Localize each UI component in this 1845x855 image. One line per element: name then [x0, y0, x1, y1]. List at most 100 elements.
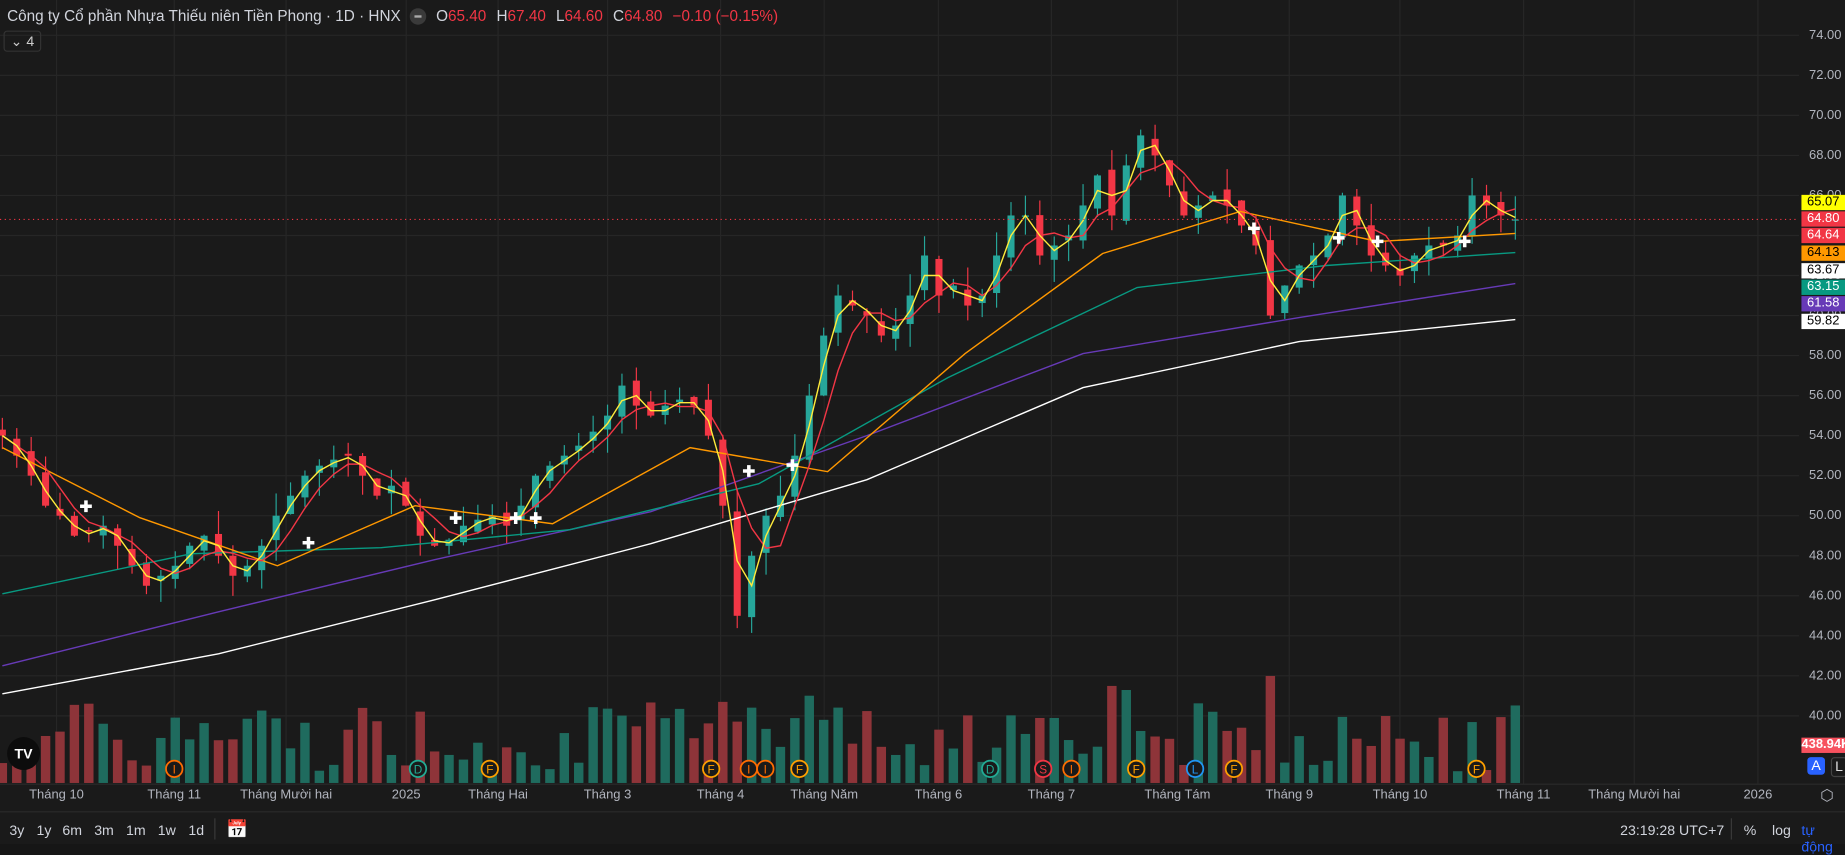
- event-marker-I[interactable]: I: [165, 759, 184, 778]
- range-button-6m[interactable]: 6m: [62, 822, 82, 838]
- clock[interactable]: 23:19:28 UTC+7: [1620, 822, 1724, 838]
- volume-bar: [257, 710, 267, 783]
- event-marker-L[interactable]: L: [1185, 759, 1205, 778]
- range-button-1y[interactable]: 1y: [36, 822, 51, 838]
- range-button-1d[interactable]: 1d: [188, 822, 204, 838]
- price-label: 59.82: [1801, 313, 1845, 330]
- price-tick: 58.00: [1809, 348, 1842, 363]
- volume-bar: [98, 723, 108, 783]
- price-label: 65.07: [1801, 194, 1845, 211]
- event-marker-F[interactable]: F: [702, 759, 721, 778]
- chevron-down-icon: ⌄: [10, 32, 27, 50]
- close-label: C: [613, 7, 625, 25]
- candle-body: [921, 255, 929, 291]
- volume-bar: [300, 722, 310, 783]
- time-tick: Tháng 11: [1496, 787, 1551, 802]
- price-tick: 74.00: [1809, 28, 1842, 43]
- volume-bar: [1496, 717, 1506, 783]
- price-tick: 72.00: [1809, 68, 1842, 83]
- tradingview-logo[interactable]: TV: [7, 737, 41, 771]
- chart-window: I D F F I I F D S I F L F F Công ty Cổ phần Nhựa Thiế…: [0, 0, 1845, 855]
- symbol-title[interactable]: Công ty Cổ phần Nhựa Thiếu niên Tiền Pho…: [7, 7, 401, 25]
- event-marker-F[interactable]: F: [1467, 759, 1486, 778]
- volume-bar: [1020, 733, 1031, 783]
- volume-bar: [1366, 745, 1376, 783]
- auto-toggle[interactable]: tự động: [1801, 822, 1845, 855]
- indicators-toggle[interactable]: ⌄ 4: [3, 30, 42, 52]
- event-letter: D: [986, 764, 995, 777]
- price-tick: 42.00: [1809, 668, 1842, 683]
- event-marker-D[interactable]: D: [981, 759, 1000, 778]
- price-chart[interactable]: IDFFIIFDSIFLFF: [0, 0, 1845, 844]
- volume-bar: [948, 748, 959, 783]
- signal-cross-icon: [80, 500, 92, 513]
- range-button-1w[interactable]: 1w: [158, 822, 176, 838]
- time-tick: Tháng 7: [1027, 787, 1076, 802]
- log-toggle[interactable]: log: [1772, 822, 1791, 838]
- volume-bar: [372, 721, 382, 783]
- volume-bar: [40, 735, 51, 783]
- volume-bar: [55, 731, 65, 783]
- event-letter: F: [708, 764, 715, 777]
- candle-body: [1165, 160, 1174, 186]
- volume-bar: [473, 742, 483, 783]
- event-marker-I[interactable]: I: [756, 759, 775, 778]
- event-marker-I[interactable]: I: [1062, 759, 1081, 778]
- event-letter: F: [1473, 764, 1480, 777]
- log-scale-button[interactable]: L: [1830, 757, 1845, 778]
- time-tick: Tháng Mười hai: [1588, 787, 1681, 802]
- volume-bar: [458, 759, 469, 783]
- percent-toggle[interactable]: %: [1744, 822, 1757, 838]
- price-tick: 44.00: [1809, 628, 1842, 643]
- chart-legend: Công ty Cổ phần Nhựa Thiếu niên Tiền Pho…: [7, 7, 784, 25]
- range-button-3y[interactable]: 3y: [9, 822, 24, 838]
- event-letter: F: [486, 764, 493, 777]
- price-axis[interactable]: 74.0072.0070.0068.0066.0064.0062.0060.00…: [1799, 0, 1845, 784]
- price-tick: 52.00: [1809, 468, 1842, 483]
- volume-bar: [271, 718, 281, 783]
- event-marker-I[interactable]: I: [739, 759, 758, 778]
- time-tick: Tháng 11: [147, 787, 202, 802]
- settings-icon[interactable]: ⬡: [1820, 787, 1833, 806]
- event-marker-D[interactable]: D: [408, 759, 428, 778]
- volume-bar: [1424, 756, 1434, 783]
- range-button-1m[interactable]: 1m: [126, 822, 146, 838]
- volume-bar: [732, 721, 742, 783]
- candle-body: [1151, 138, 1159, 156]
- volume-bar: [357, 707, 368, 783]
- time-tick: Tháng 3: [583, 787, 632, 802]
- time-tick: Tháng Hai: [468, 787, 528, 802]
- volume-bar: [545, 769, 555, 783]
- event-marker-F[interactable]: F: [1224, 759, 1244, 778]
- divider: [214, 818, 216, 840]
- event-letter: L: [1192, 764, 1199, 777]
- volume-bar: [1323, 760, 1333, 783]
- open-label: O: [436, 7, 449, 25]
- open-value: 65.40: [448, 7, 487, 25]
- price-tick: 40.00: [1809, 708, 1842, 723]
- price-tick: 70.00: [1809, 108, 1842, 123]
- event-marker-F[interactable]: F: [1127, 759, 1146, 778]
- hide-icon[interactable]: [410, 7, 427, 25]
- low-value: 64.60: [564, 7, 603, 25]
- event-letter: I: [747, 764, 750, 777]
- signal-cross-icon: [302, 536, 315, 549]
- go-to-date-icon[interactable]: 📅: [226, 818, 248, 839]
- time-tick: Tháng Năm: [790, 787, 859, 802]
- time-tick: Tháng 10: [1372, 787, 1428, 802]
- event-marker-F[interactable]: F: [790, 759, 809, 778]
- volume-bar: [1107, 685, 1117, 783]
- range-button-3m[interactable]: 3m: [94, 822, 114, 838]
- event-marker-S[interactable]: S: [1034, 759, 1053, 778]
- volume-bar: [934, 729, 944, 783]
- event-marker-F[interactable]: F: [480, 759, 499, 778]
- volume-bar: [184, 739, 195, 783]
- moving-average-line: [2, 210, 1516, 567]
- volume-bar: [1352, 738, 1362, 783]
- event-letter: F: [796, 764, 803, 777]
- volume-bar: [646, 702, 656, 783]
- candle-body: [344, 453, 352, 456]
- auto-scale-button[interactable]: A: [1807, 757, 1825, 775]
- candle-body: [834, 295, 842, 333]
- candle-body: [632, 380, 640, 406]
